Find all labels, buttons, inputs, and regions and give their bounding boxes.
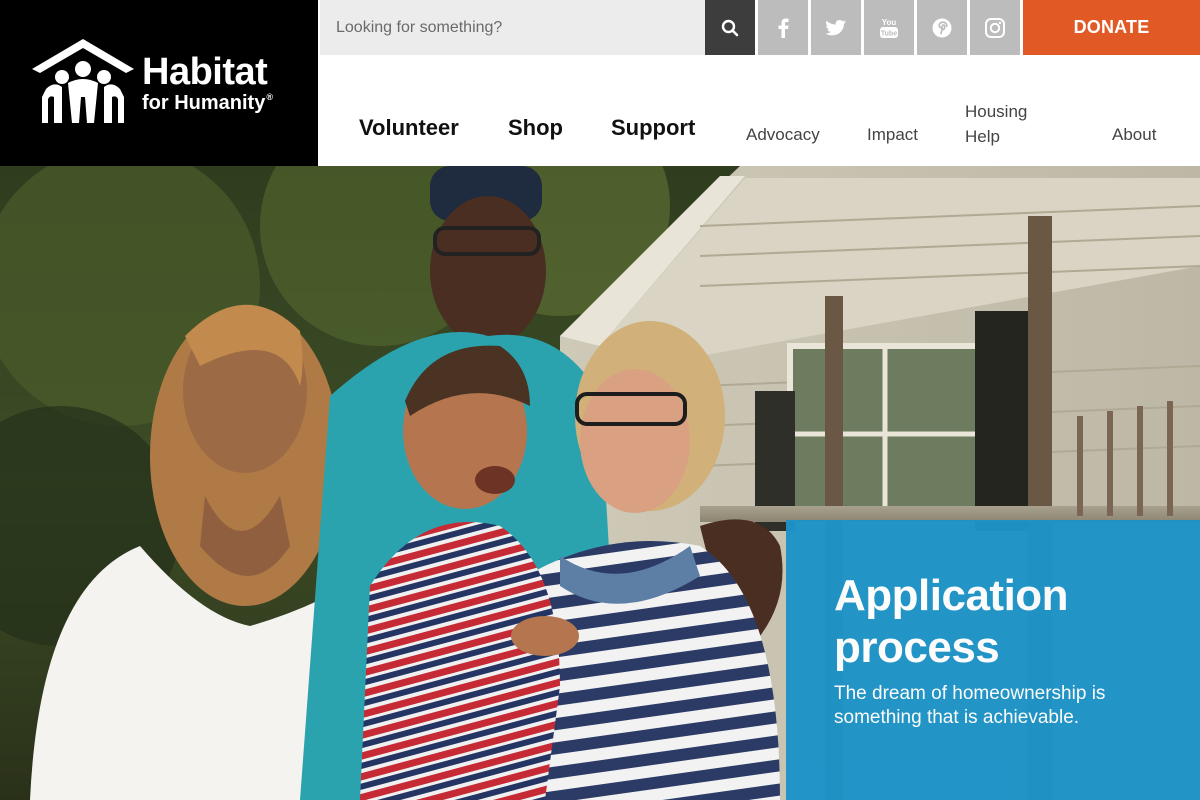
svg-text:You: You: [882, 18, 897, 27]
logo-line1: Habitat: [142, 51, 268, 93]
nav-volunteer[interactable]: Volunteer: [359, 115, 459, 141]
search-input[interactable]: [320, 0, 705, 55]
site-logo[interactable]: Habitat for Humanity®: [0, 0, 318, 166]
nav-housing-help-line1: Housing: [965, 102, 1028, 121]
instagram-button[interactable]: [970, 0, 1020, 55]
logo-wordmark: Habitat for Humanity®: [142, 53, 273, 113]
twitter-icon: [826, 19, 846, 35]
callout-description: The dream of homeownership is something …: [834, 682, 1154, 730]
pinterest-icon: [932, 18, 952, 37]
facebook-icon: [778, 18, 789, 38]
hero-banner: Application process The dream of homeown…: [0, 166, 1200, 800]
search-icon: [721, 19, 739, 36]
callout-title: Application process: [834, 570, 1174, 674]
twitter-button[interactable]: [811, 0, 861, 55]
callout-title-line1: Application: [834, 571, 1069, 620]
application-process-callout[interactable]: Application process The dream of homeown…: [786, 520, 1200, 800]
search-box: [320, 0, 705, 55]
nav-support[interactable]: Support: [611, 115, 695, 141]
youtube-button[interactable]: You Tube: [864, 0, 914, 55]
callout-desc-line1: The dream of homeownership is: [834, 683, 1106, 704]
facebook-button[interactable]: [758, 0, 808, 55]
instagram-icon: [985, 17, 1005, 38]
nav-impact[interactable]: Impact: [867, 125, 918, 145]
nav-shop[interactable]: Shop: [508, 115, 563, 141]
nav-housing-help-line2: Help: [965, 127, 1000, 146]
nav-housing-help[interactable]: Housing Help: [965, 99, 1027, 149]
donate-button[interactable]: DONATE: [1023, 0, 1200, 55]
pinterest-button[interactable]: [917, 0, 967, 55]
habitat-house-icon: [32, 39, 134, 123]
registered-mark: ®: [266, 92, 273, 102]
main-navigation: Volunteer Shop Support Advocacy Impact H…: [318, 55, 1200, 166]
callout-desc-line2: something that is achievable.: [834, 707, 1080, 728]
logo-line2: for Humanity®: [142, 92, 273, 114]
top-utility-bar: You Tube DONATE: [318, 0, 1200, 55]
callout-title-line2: process: [834, 623, 1000, 672]
nav-advocacy[interactable]: Advocacy: [746, 125, 820, 145]
youtube-icon: You Tube: [880, 18, 898, 38]
nav-about[interactable]: About: [1112, 125, 1156, 145]
search-button[interactable]: [705, 0, 755, 55]
svg-text:Tube: Tube: [881, 30, 897, 37]
